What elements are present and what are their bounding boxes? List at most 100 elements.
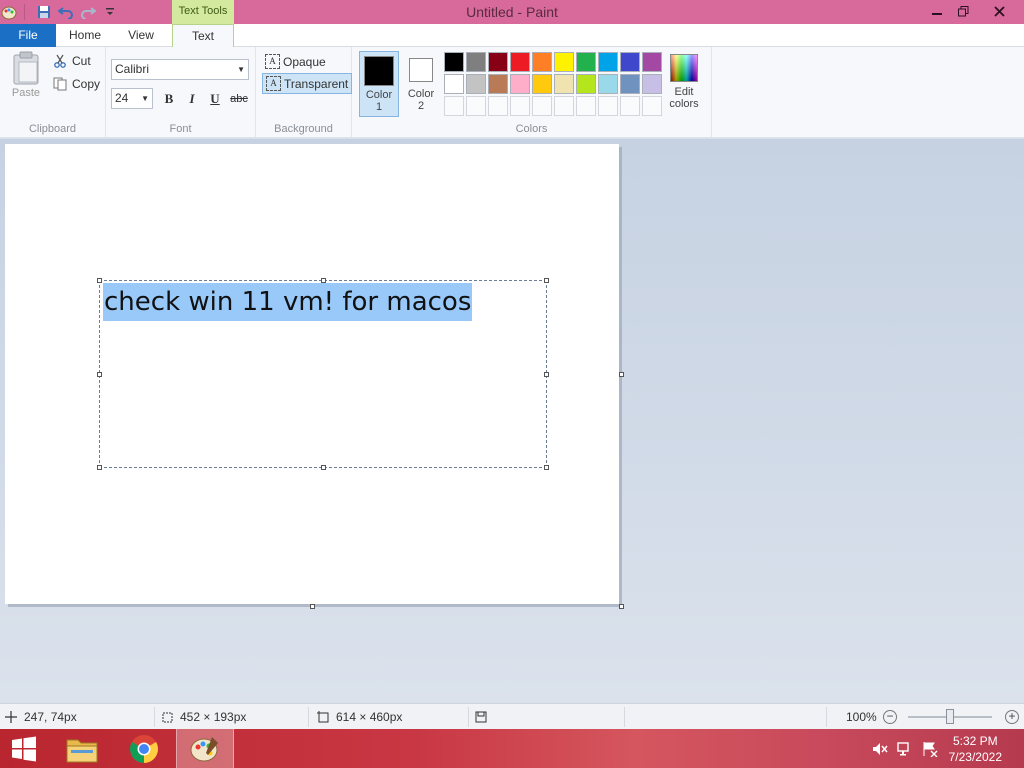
palette-color-swatch[interactable] (598, 52, 618, 72)
ribbon: Paste Cut Copy Clipboard Font Calibri ▼ … (0, 47, 1024, 138)
resize-handle-e[interactable] (544, 372, 549, 377)
strikethrough-button[interactable]: abc (228, 90, 250, 108)
underline-button[interactable]: U (205, 90, 225, 108)
palette-color-swatch[interactable] (576, 52, 596, 72)
color2-button[interactable]: Color 2 (401, 51, 441, 117)
cut-label: Cut (72, 54, 91, 68)
system-clock[interactable]: 5:32 PM 7/23/2022 (949, 733, 1002, 765)
color2-swatch (409, 58, 433, 82)
palette-color-swatch[interactable] (620, 52, 640, 72)
palette-empty-slot[interactable] (620, 96, 640, 116)
zoom-level-value: 100% (846, 710, 877, 724)
text-box-selection[interactable]: check win 11 vm! for macos (97, 278, 549, 470)
font-size-dropdown[interactable]: 24 ▼ (111, 88, 153, 109)
italic-button[interactable]: I (182, 90, 202, 108)
palette-color-swatch[interactable] (576, 74, 596, 94)
palette-color-swatch[interactable] (532, 52, 552, 72)
canvas-resize-handle-right[interactable] (619, 372, 624, 377)
resize-handle-s[interactable] (321, 465, 326, 470)
title-bar: Text Tools Untitled - Paint (0, 0, 1024, 24)
resize-handle-nw[interactable] (97, 278, 102, 283)
palette-color-swatch[interactable] (510, 52, 530, 72)
palette-empty-slot[interactable] (598, 96, 618, 116)
zoom-slider-thumb[interactable] (946, 709, 954, 724)
palette-color-swatch[interactable] (554, 74, 574, 94)
zoom-in-button[interactable]: + (1005, 710, 1019, 724)
palette-color-swatch[interactable] (444, 52, 464, 72)
copy-button[interactable]: Copy (52, 76, 100, 92)
resize-handle-n[interactable] (321, 278, 326, 283)
drawing-canvas[interactable]: check win 11 vm! for macos (5, 144, 619, 604)
palette-empty-slot[interactable] (642, 96, 662, 116)
opaque-button[interactable]: A Opaque (262, 51, 329, 72)
tab-view[interactable]: View (114, 24, 168, 47)
palette-color-swatch[interactable] (488, 52, 508, 72)
file-size (474, 710, 494, 724)
scissors-icon (52, 53, 68, 69)
action-center-icon[interactable] (922, 741, 938, 758)
zoom-level: 100% (846, 710, 877, 724)
palette-empty-slot[interactable] (466, 96, 486, 116)
tab-text[interactable]: Text (172, 24, 234, 48)
color1-button[interactable]: Color 1 (359, 51, 399, 117)
taskbar-file-explorer[interactable] (56, 729, 108, 768)
restore-button[interactable] (948, 0, 978, 22)
palette-color-swatch[interactable] (554, 52, 574, 72)
palette-color-swatch[interactable] (598, 74, 618, 94)
status-divider (468, 707, 469, 727)
canvas-size: 614 × 460px (316, 710, 402, 724)
palette-empty-slot[interactable] (554, 96, 574, 116)
canvas-workspace[interactable]: check win 11 vm! for macos (0, 139, 1024, 702)
palette-color-swatch[interactable] (532, 74, 552, 94)
clipboard-group-label: Clipboard (28, 123, 77, 135)
windows-logo-icon (12, 736, 36, 761)
palette-color-swatch[interactable] (444, 74, 464, 94)
palette-empty-slot[interactable] (488, 96, 508, 116)
resize-handle-se[interactable] (544, 465, 549, 470)
canvas-resize-handle-corner[interactable] (619, 604, 624, 609)
font-family-dropdown[interactable]: Calibri ▼ (111, 59, 249, 80)
chrome-icon (130, 734, 158, 763)
resize-handle-sw[interactable] (97, 465, 102, 470)
palette-color-swatch[interactable] (466, 74, 486, 94)
palette-empty-slot[interactable] (510, 96, 530, 116)
resize-handle-w[interactable] (97, 372, 102, 377)
palette-color-swatch[interactable] (510, 74, 530, 94)
cut-button[interactable]: Cut (52, 53, 91, 69)
resize-handle-ne[interactable] (544, 278, 549, 283)
transparent-label: Transparent (284, 76, 349, 91)
cursor-position-value: 247, 74px (24, 710, 77, 724)
palette-color-swatch[interactable] (642, 52, 662, 72)
paste-button[interactable]: Paste (6, 51, 46, 107)
zoom-out-button[interactable]: − (883, 710, 897, 724)
canvas-resize-handle-bottom[interactable] (310, 604, 315, 609)
status-divider (308, 707, 309, 727)
chevron-down-icon: ▼ (141, 94, 149, 103)
volume-muted-icon[interactable] (872, 741, 888, 757)
palette-color-swatch[interactable] (642, 74, 662, 94)
palette-empty-slot[interactable] (576, 96, 596, 116)
palette-color-swatch[interactable] (488, 74, 508, 94)
edit-colors-label-1: Edit (674, 86, 694, 98)
paint-icon (190, 736, 218, 761)
color1-swatch (364, 56, 394, 86)
edit-colors-button[interactable]: Edit colors (666, 52, 702, 110)
copy-label: Copy (72, 77, 101, 91)
taskbar-paint[interactable] (176, 729, 234, 768)
taskbar-chrome[interactable] (118, 729, 170, 768)
color2-number: 2 (417, 100, 425, 112)
palette-color-swatch[interactable] (466, 52, 486, 72)
palette-empty-slot[interactable] (532, 96, 552, 116)
transparent-button[interactable]: A Transparent (262, 73, 353, 94)
bold-button[interactable]: B (159, 90, 179, 108)
tab-file[interactable]: File (0, 24, 56, 47)
selection-size-icon (160, 710, 174, 724)
start-button[interactable] (0, 729, 48, 768)
tab-home[interactable]: Home (58, 24, 112, 47)
palette-color-swatch[interactable] (620, 74, 640, 94)
palette-empty-slot[interactable] (444, 96, 464, 116)
close-button[interactable] (984, 0, 1014, 22)
text-box-content[interactable]: check win 11 vm! for macos (103, 283, 473, 321)
network-icon[interactable] (897, 741, 913, 757)
folder-icon (66, 739, 98, 762)
